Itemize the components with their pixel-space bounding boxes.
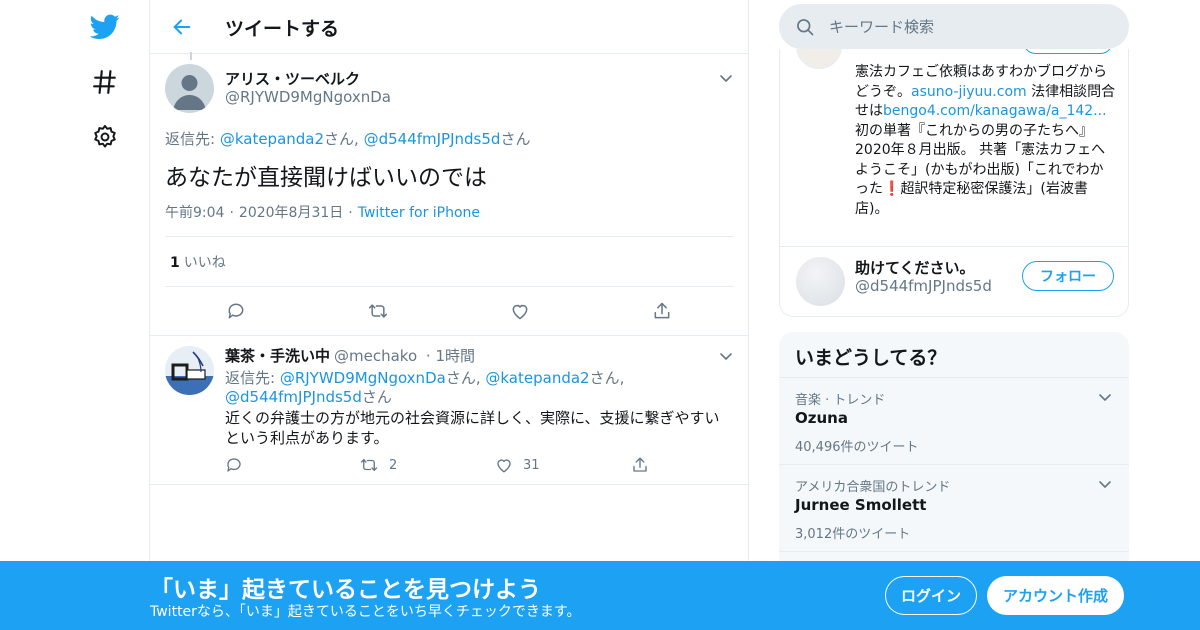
trend-category: 音楽 · トレンド <box>795 393 886 408</box>
chevron-down-icon[interactable] <box>718 348 734 364</box>
follow-button[interactable] <box>1023 49 1113 54</box>
tweet-text-continued: という利点があります。 <box>225 429 389 447</box>
focused-tweet: アリス・ツーベルク @RJYWD9MgNgoxnDa 返信先: @katepan… <box>150 54 749 336</box>
chevron-down-icon[interactable] <box>1097 476 1113 492</box>
share-button[interactable] <box>631 455 659 475</box>
exclamation-emoji: ❗ <box>883 181 901 197</box>
author-name[interactable]: アリス・ツーベルク <box>225 68 360 89</box>
author-name[interactable]: 葉茶・手洗い中 <box>225 347 330 365</box>
mention-link[interactable]: @katepanda2 <box>485 369 589 387</box>
login-button[interactable]: ログイン <box>885 576 977 615</box>
mention-link[interactable]: @katepanda2 <box>220 130 324 148</box>
mention-link[interactable]: @d544fmJPJnds5d <box>364 130 501 148</box>
page-title: ツイートする <box>225 18 340 40</box>
tweet-time[interactable]: 午前9:04 <box>165 205 224 221</box>
separator: , <box>619 369 625 387</box>
tweet-text: あなたが直接聞けばいいのでは <box>165 165 487 191</box>
like-count: 31 <box>523 457 540 473</box>
mention-link[interactable]: @RJYWD9MgNgoxnDa <box>280 369 446 387</box>
search-input[interactable] <box>829 14 1109 39</box>
reply-prefix: 返信先: <box>165 130 220 148</box>
follow-button[interactable]: フォロー <box>1022 261 1114 291</box>
retweet-button[interactable]: 2 <box>359 455 397 475</box>
reply-header: 葉茶・手洗い中 @mechako · 1時間 <box>225 345 475 366</box>
separator: , <box>475 369 486 387</box>
avatar[interactable] <box>165 64 214 113</box>
tweet-time[interactable]: · 1時間 <box>426 347 475 365</box>
tweet-source[interactable]: Twitter for iPhone <box>358 205 480 221</box>
reply-button[interactable] <box>225 455 253 475</box>
divider <box>779 377 1129 378</box>
bio-link[interactable]: bengo4.com/kanagawa/a_142... <box>883 103 1107 119</box>
gear-icon[interactable] <box>89 121 121 153</box>
like-stats[interactable]: 1 いいね <box>170 252 226 272</box>
like-label: いいね <box>183 255 226 271</box>
divider <box>780 246 1128 247</box>
profile-card: 憲法カフェご依頼はあすわかブログからどうぞ。asuno-jiyuu.com 法律… <box>779 49 1129 317</box>
reply-context-continued: @d544fmJPJnds5dさん <box>225 386 392 407</box>
bio-link[interactable]: asuno-jiyuu.com <box>911 84 1027 100</box>
trend-name[interactable]: Ozuna <box>795 409 848 427</box>
like-count: 1 <box>170 255 180 271</box>
author-handle[interactable]: @RJYWD9MgNgoxnDa <box>225 88 391 106</box>
separator: , <box>354 130 364 148</box>
honorific: さん <box>361 388 392 406</box>
search-icon <box>797 19 814 36</box>
honorific: さん <box>324 130 355 148</box>
reply-icon <box>227 458 241 472</box>
retweet-count: 2 <box>389 457 398 473</box>
divider <box>165 286 734 287</box>
heart-icon <box>497 459 511 473</box>
main-column: ツイートする アリス・ツーベルク @RJYWD9MgNgoxnDa 返信先: @… <box>149 0 749 630</box>
trends-title: いまどうしてる？ <box>795 347 947 369</box>
reply-context: 返信先: @katepanda2さん, @d544fmJPJnds5dさん <box>165 128 530 149</box>
avatar[interactable] <box>165 346 214 395</box>
hashtag-icon[interactable] <box>89 66 121 98</box>
reply-prefix: 返信先: <box>225 369 280 387</box>
retweet-icon <box>360 459 378 471</box>
chevron-down-icon[interactable] <box>718 70 734 86</box>
reply-icon[interactable] <box>225 300 247 322</box>
chevron-down-icon[interactable] <box>1097 389 1113 405</box>
suggested-user-name[interactable]: 助けてください。 <box>855 257 975 278</box>
heart-icon[interactable] <box>509 300 531 322</box>
signup-banner: 「いま」起きていることを見つけよう Twitterなら、「いま」起きていることを… <box>0 561 1200 630</box>
mention-link[interactable]: @d544fmJPJnds5d <box>225 388 362 406</box>
tweet-date[interactable]: 2020年8月31日 <box>239 205 343 221</box>
banner-title: 「いま」起きていることを見つけよう <box>150 577 541 603</box>
trend-count: 3,012件のツイート <box>795 527 911 542</box>
reply-context: 返信先: @RJYWD9MgNgoxnDaさん, @katepanda2さん, <box>225 367 624 388</box>
avatar[interactable] <box>796 257 845 306</box>
avatar[interactable] <box>796 49 842 69</box>
share-icon[interactable] <box>651 300 673 322</box>
share-icon <box>633 457 647 472</box>
search-bar[interactable] <box>779 4 1129 49</box>
honorific: さん <box>445 369 476 387</box>
tweet-text: 近くの弁護士の方が地元の社会資源に詳しく、実際に、支援に繋ぎやすい <box>225 409 720 427</box>
trend-name[interactable]: Jurnee Smollett <box>795 496 926 514</box>
like-button[interactable]: 31 <box>495 455 540 475</box>
page-header: ツイートする <box>150 0 749 54</box>
honorific: さん <box>500 130 531 148</box>
tweet-meta: 午前9:04 · 2020年8月31日 · Twitter for iPhone <box>165 205 481 221</box>
profile-bio: 憲法カフェご依頼はあすわかブログからどうぞ。asuno-jiyuu.com 法律… <box>855 63 1117 219</box>
divider <box>165 236 734 237</box>
twitter-bird-icon[interactable] <box>89 11 121 43</box>
trend-count: 40,496件のツイート <box>795 440 919 455</box>
author-handle[interactable]: @mechako <box>334 347 417 365</box>
signup-button[interactable]: アカウント作成 <box>987 576 1124 615</box>
left-nav <box>0 0 150 630</box>
page: ツイートする アリス・ツーベルク @RJYWD9MgNgoxnDa 返信先: @… <box>0 0 1200 630</box>
divider <box>779 464 1129 465</box>
banner-subtitle: Twitterなら、「いま」起きていることをいち早くチェックできます。 <box>150 604 581 620</box>
honorific: さん <box>589 369 620 387</box>
divider <box>779 551 1129 552</box>
back-arrow-icon[interactable] <box>168 13 196 41</box>
suggested-user-handle[interactable]: @d544fmJPJnds5d <box>855 277 992 295</box>
retweet-icon[interactable] <box>367 300 389 322</box>
trend-category: アメリカ合衆国のトレンド <box>795 480 951 495</box>
reply-tweet[interactable]: 葉茶・手洗い中 @mechako · 1時間 返信先: @RJYWD9MgNgox… <box>150 336 749 485</box>
